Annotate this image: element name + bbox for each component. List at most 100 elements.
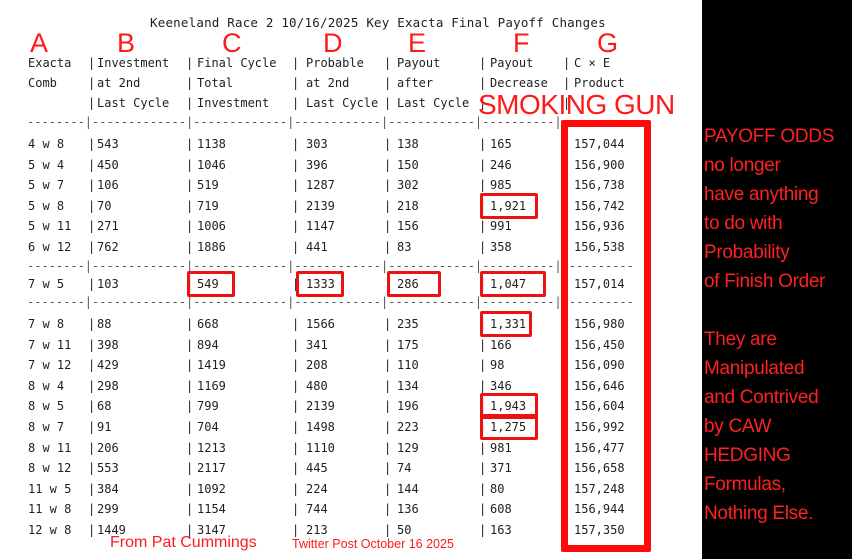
- column-divider: |: [479, 337, 487, 352]
- cell-col-5: 235: [397, 317, 419, 331]
- header-col-4-line-1: Probable: [306, 56, 364, 70]
- cell-col-3: 1169: [197, 378, 226, 393]
- column-divider: |: [384, 399, 392, 414]
- cell-col-5: 150: [397, 157, 419, 172]
- column-divider: |: [384, 96, 392, 110]
- cell-col-2: 384: [97, 481, 119, 496]
- column-divider: |: [479, 219, 487, 234]
- column-divider: |: [292, 137, 300, 151]
- cell-col-5: 134: [397, 378, 419, 393]
- cell-col-6: 1,331: [490, 317, 527, 331]
- header-col-5-line-3: Last Cycle: [397, 96, 470, 110]
- column-divider: |: [292, 198, 300, 213]
- cell-col-2: 88: [97, 317, 112, 331]
- cell-col-4: 1566: [306, 317, 335, 331]
- cell-col-3: 1213: [197, 440, 226, 455]
- annotation-line: to do with: [704, 213, 783, 234]
- column-divider: |: [479, 157, 487, 172]
- product-column-highlight: [561, 120, 651, 552]
- column-divider: |: [186, 277, 194, 291]
- cell-col-4: 208: [306, 358, 328, 373]
- column-divider: |: [479, 523, 487, 537]
- cell-col-4: 341: [306, 337, 328, 352]
- column-divider: |: [384, 178, 392, 193]
- cell-col-4: 2139: [306, 399, 335, 414]
- cell-col-2: 398: [97, 337, 119, 352]
- cell-col-4: 480: [306, 378, 328, 393]
- cell-col-4: 303: [306, 137, 328, 151]
- cell-col-2: 70: [97, 198, 112, 213]
- cell-col-1: 8 w 12: [28, 461, 72, 476]
- annotation-line: and Contrived: [704, 387, 819, 408]
- column-divider: |: [186, 56, 194, 70]
- cell-col-5: 138: [397, 137, 419, 151]
- cell-col-6: 165: [490, 137, 512, 151]
- cell-col-1: 4 w 8: [28, 137, 65, 151]
- cell-col-3: 719: [197, 198, 219, 213]
- column-divider: |: [186, 76, 194, 90]
- header-col-2-line-1: Investment: [97, 56, 170, 70]
- cell-col-2: 450: [97, 157, 119, 172]
- column-divider: |: [479, 317, 487, 331]
- cell-col-4: 396: [306, 157, 328, 172]
- cell-col-1: 12 w 8: [28, 523, 72, 537]
- cell-col-2: 543: [97, 137, 119, 151]
- cell-col-2: 762: [97, 240, 119, 254]
- header-col-3-line-2: Total: [197, 76, 234, 90]
- cell-col-6: 163: [490, 523, 512, 537]
- column-divider: |: [292, 178, 300, 193]
- annotation-line: of Finish Order: [704, 271, 826, 292]
- header-col-5-line-2: after: [397, 76, 434, 90]
- column-divider: |: [384, 76, 392, 90]
- cell-col-5: 110: [397, 358, 419, 373]
- column-divider: |: [88, 76, 96, 90]
- column-divider: |: [479, 481, 487, 496]
- column-divider: |: [88, 219, 96, 234]
- column-divider: |: [479, 277, 487, 291]
- cell-col-1: 8 w 11: [28, 440, 72, 455]
- column-divider: |: [88, 137, 96, 151]
- column-divider: |: [186, 219, 194, 234]
- column-divider: |: [292, 240, 300, 254]
- column-divider: |: [88, 178, 96, 193]
- annotation-gap: [704, 296, 852, 325]
- cell-col-6: 1,921: [490, 198, 527, 213]
- column-divider: |: [384, 461, 392, 476]
- annotation-line: HEDGING: [704, 445, 791, 466]
- cell-col-3: 704: [197, 420, 219, 434]
- cell-col-5: 223: [397, 420, 419, 434]
- column-divider: |: [186, 420, 194, 434]
- column-divider: |: [88, 440, 96, 455]
- cell-col-6: 985: [490, 178, 512, 193]
- column-divider: |: [292, 56, 300, 70]
- column-divider: |: [292, 157, 300, 172]
- column-divider: |: [292, 420, 300, 434]
- cell-col-6: 371: [490, 461, 512, 476]
- cell-col-5: 144: [397, 481, 419, 496]
- cell-col-3: 1092: [197, 481, 226, 496]
- column-divider: |: [88, 317, 96, 331]
- cell-col-5: 218: [397, 198, 419, 213]
- cell-col-5: 83: [397, 240, 412, 254]
- table-separator: --------|-------------|-------------|---…: [27, 295, 634, 309]
- column-divider: |: [186, 137, 194, 151]
- header-col-2-line-3: Last Cycle: [97, 96, 170, 110]
- cell-col-4: 441: [306, 240, 328, 254]
- cell-col-6: 166: [490, 337, 512, 352]
- cell-col-5: 156: [397, 219, 419, 234]
- column-divider: |: [88, 378, 96, 393]
- column-divider: |: [186, 178, 194, 193]
- header-col-3-line-1: Final Cycle: [197, 56, 277, 70]
- column-divider: |: [186, 337, 194, 352]
- column-divider: |: [479, 378, 487, 393]
- cell-col-3: 1886: [197, 240, 226, 254]
- column-divider: |: [563, 56, 571, 70]
- cell-col-1: 8 w 5: [28, 399, 65, 414]
- column-divider: |: [88, 157, 96, 172]
- column-divider: |: [479, 178, 487, 193]
- annotation-line: Probability: [704, 242, 790, 263]
- column-divider: |: [384, 337, 392, 352]
- cell-col-6: 80: [490, 481, 505, 496]
- column-divider: |: [186, 399, 194, 414]
- column-divider: |: [88, 461, 96, 476]
